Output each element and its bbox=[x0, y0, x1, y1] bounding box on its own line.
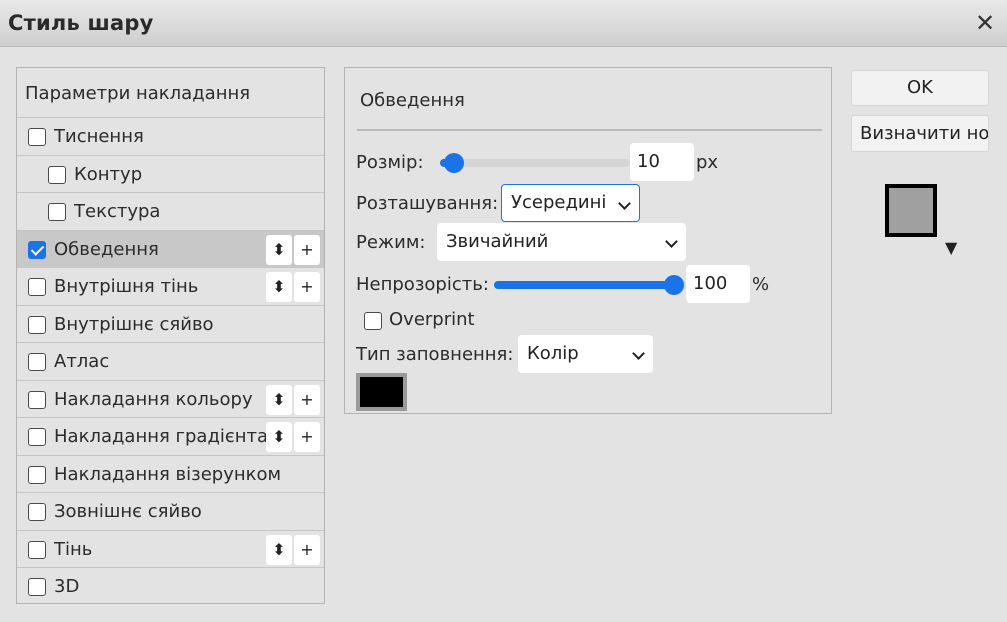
reorder-icon[interactable]: ⬍ bbox=[266, 234, 292, 265]
layer-style-checkbox[interactable] bbox=[48, 203, 66, 221]
size-label: Розмір: bbox=[356, 152, 424, 173]
layer-style-item[interactable]: Тиснення bbox=[17, 118, 324, 156]
add-icon[interactable]: + bbox=[294, 234, 320, 265]
layer-style-label: 3D bbox=[54, 576, 80, 597]
layer-style-label: Внутрішня тінь bbox=[54, 276, 199, 297]
layer-style-checkbox[interactable] bbox=[48, 165, 66, 184]
opacity-label: Непрозорість: bbox=[356, 274, 489, 295]
panel-title: Обведення bbox=[360, 90, 465, 111]
add-icon[interactable]: + bbox=[294, 272, 320, 302]
blending-options-list: Параметри накладання Тиснення Контур Текст… bbox=[16, 67, 325, 604]
add-icon[interactable]: + bbox=[294, 534, 320, 565]
layer-style-label: Накладання кольору bbox=[54, 388, 253, 410]
fill-type-select[interactable]: Колір bbox=[518, 335, 653, 373]
layer-style-item[interactable]: Накладання градієнта ⬍ + bbox=[17, 418, 324, 456]
layer-style-label: Накладання градієнта bbox=[54, 426, 269, 447]
reorder-icon[interactable]: ⬍ bbox=[266, 422, 292, 452]
size-slider[interactable] bbox=[440, 153, 630, 173]
panel-divider bbox=[357, 129, 822, 131]
layer-style-item[interactable]: Зовнішнє сяйво bbox=[17, 493, 324, 531]
layer-style-label: Текстура bbox=[74, 201, 161, 222]
layer-style-item[interactable]: 3D bbox=[17, 568, 324, 606]
layer-style-item[interactable]: Накладання візерунком bbox=[17, 456, 324, 493]
layer-style-checkbox[interactable] bbox=[28, 128, 46, 146]
size-unit: px bbox=[696, 152, 719, 173]
layer-style-label: Обведення bbox=[54, 238, 159, 260]
layer-style-checkbox[interactable] bbox=[28, 540, 46, 559]
position-label: Розташування: bbox=[356, 193, 499, 214]
opacity-slider[interactable] bbox=[494, 275, 687, 295]
fill-color-swatch-inner bbox=[360, 377, 403, 407]
layer-style-label: Тиснення bbox=[54, 126, 144, 147]
layer-style-item[interactable]: Контур bbox=[17, 156, 324, 193]
layer-style-label: Внутрішнє сяйво bbox=[54, 313, 214, 335]
layer-style-checkbox[interactable] bbox=[28, 578, 46, 596]
fill-color-swatch[interactable] bbox=[356, 373, 407, 411]
mode-select[interactable]: Звичайний bbox=[437, 223, 686, 261]
stroke-settings-panel: Обведення Розмір: px Розташування: Усере… bbox=[344, 67, 832, 414]
layer-style-item[interactable]: Обведення ⬍ + bbox=[17, 230, 324, 268]
layer-style-checkbox[interactable] bbox=[28, 278, 46, 296]
layer-style-item[interactable]: Внутрішня тінь ⬍ + bbox=[17, 268, 324, 306]
layer-style-item[interactable]: Текстура bbox=[17, 193, 324, 231]
layer-style-checkbox[interactable] bbox=[28, 315, 46, 334]
add-icon[interactable]: + bbox=[294, 384, 320, 415]
chevron-down-icon bbox=[618, 197, 631, 210]
mode-label: Режим: bbox=[356, 232, 426, 253]
position-select-value: Усередині bbox=[511, 192, 607, 213]
opacity-input[interactable] bbox=[686, 265, 750, 303]
layer-style-label: Зовнішнє сяйво bbox=[54, 501, 202, 522]
overprint-checkbox[interactable] bbox=[364, 312, 382, 330]
reorder-icon[interactable]: ⬍ bbox=[266, 272, 292, 302]
dialog-titlebar: Стиль шару ✕ bbox=[0, 0, 1007, 47]
fill-type-select-value: Колір bbox=[527, 343, 579, 364]
layer-style-item[interactable]: Накладання кольору ⬍ + bbox=[17, 381, 324, 418]
layer-style-item[interactable]: Атлас bbox=[17, 343, 324, 381]
ok-button[interactable]: OK bbox=[851, 70, 989, 106]
position-select[interactable]: Усередині bbox=[501, 184, 640, 222]
layer-style-item[interactable]: Внутрішнє сяйво bbox=[17, 306, 324, 343]
layer-style-checkbox[interactable] bbox=[28, 428, 46, 446]
layer-style-item[interactable]: Тінь ⬍ + bbox=[17, 531, 324, 568]
blending-options-header[interactable]: Параметри накладання bbox=[17, 68, 324, 118]
mode-select-value: Звичайний bbox=[446, 231, 549, 252]
size-slider-thumb[interactable] bbox=[444, 153, 464, 173]
chevron-down-icon bbox=[665, 235, 678, 248]
close-icon[interactable]: ✕ bbox=[968, 6, 1002, 40]
dialog-title: Стиль шару bbox=[8, 11, 154, 35]
layer-style-checkbox[interactable] bbox=[28, 390, 46, 409]
fill-type-label: Тип заповнення: bbox=[356, 344, 514, 365]
layer-style-checkbox[interactable] bbox=[28, 465, 46, 484]
add-icon[interactable]: + bbox=[294, 422, 320, 452]
layer-style-checkbox[interactable] bbox=[28, 503, 46, 521]
reorder-icon[interactable]: ⬍ bbox=[266, 384, 292, 415]
size-input[interactable] bbox=[630, 143, 694, 181]
style-preview bbox=[885, 184, 937, 237]
layer-style-checkbox[interactable] bbox=[28, 240, 46, 259]
layer-style-checkbox[interactable] bbox=[28, 353, 46, 371]
set-default-button[interactable]: Визначити но bbox=[851, 115, 989, 152]
overprint-label: Overprint bbox=[389, 309, 475, 330]
reorder-icon[interactable]: ⬍ bbox=[266, 534, 292, 565]
chevron-down-icon bbox=[632, 347, 645, 360]
opacity-unit: % bbox=[752, 274, 770, 295]
layer-style-label: Накладання візерунком bbox=[54, 463, 282, 485]
opacity-slider-thumb[interactable] bbox=[664, 275, 684, 295]
layer-style-label: Тінь bbox=[54, 538, 93, 560]
preview-menu-arrow-icon[interactable]: ▼ bbox=[945, 238, 957, 257]
opacity-slider-fill bbox=[494, 281, 674, 289]
layer-style-label: Атлас bbox=[54, 351, 110, 372]
layer-style-label: Контур bbox=[74, 163, 143, 185]
